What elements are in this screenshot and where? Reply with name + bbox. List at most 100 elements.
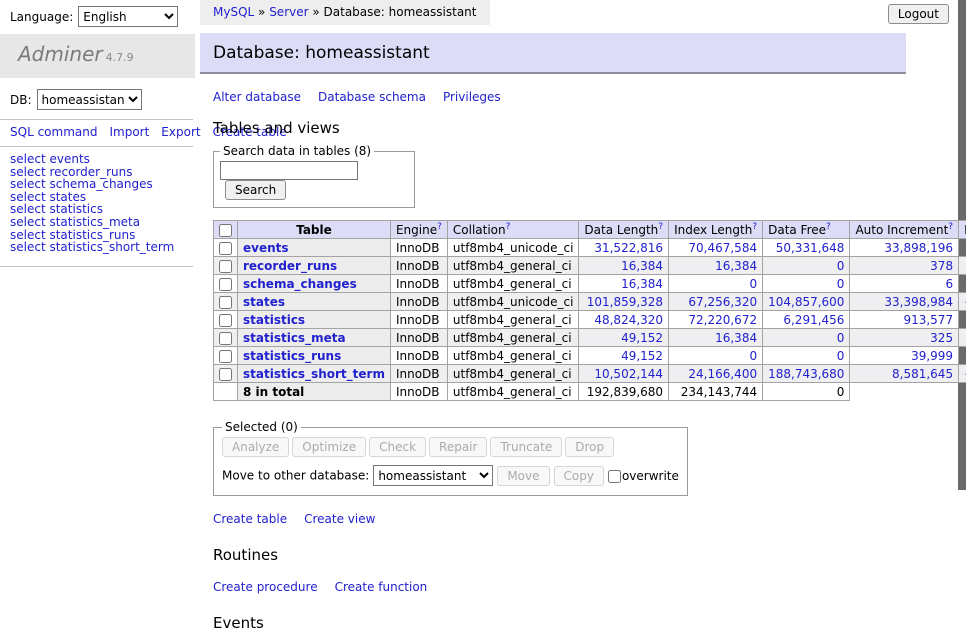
table-row: recorder_runsInnoDButf8mb4_general_ci16,… [214,257,966,275]
engine-cell: InnoDB [390,365,447,383]
rows-count-cell: ~ 628 [959,347,966,365]
events-heading: Events [213,614,906,632]
row-checkbox[interactable] [219,332,232,345]
page-title: Database: homeassistant [200,33,906,74]
sidebar-action-link[interactable]: Import [109,125,149,139]
db-select[interactable]: homeassistant [37,89,142,110]
engine-cell: InnoDB [390,239,447,257]
search-input[interactable] [220,161,358,180]
repair-button[interactable]: Repair [429,437,487,457]
collation-cell: utf8mb4_general_ci [447,329,579,347]
row-checkbox[interactable] [219,278,232,291]
search-fieldset: Search data in tables (8) Search [213,144,415,208]
routine-link[interactable]: Create function [335,580,428,594]
auto-increment-cell: 33,898,196 [850,239,959,257]
move-button[interactable]: Move [497,466,549,486]
table-name-link[interactable]: schema_changes [243,277,357,291]
row-checkbox[interactable] [219,242,232,255]
table-name-link[interactable]: states [243,295,285,309]
app-version: 4.7.9 [106,51,134,64]
data-length-cell: 101,859,328 [579,293,669,311]
sidebar-action-link[interactable]: SQL command [10,125,97,139]
select-all-checkbox[interactable] [219,224,232,237]
help-link[interactable]: ? [506,222,511,232]
index-length-cell: 24,166,400 [669,365,763,383]
row-checkbox[interactable] [219,260,232,273]
move-db-select[interactable]: homeassistant [373,465,493,486]
column-label: Data Length [584,223,658,237]
check-button[interactable]: Check [369,437,426,457]
table-name-link[interactable]: recorder_runs [243,259,337,273]
engine-cell: InnoDB [390,329,447,347]
help-link[interactable]: ? [948,222,953,232]
table-name-link[interactable]: statistics [243,313,305,327]
table-name-link[interactable]: statistics_runs [243,349,341,363]
collation-cell: utf8mb4_general_ci [447,275,579,293]
overwrite-checkbox[interactable] [608,470,621,483]
tables-list: TableEngine?Collation?Data Length?Index … [213,220,966,401]
column-header-data-free: Data Free? [763,221,850,239]
row-checkbox[interactable] [219,314,232,327]
column-label: Table [296,223,332,237]
engine-cell: InnoDB [390,275,447,293]
data-free-cell: 0 [763,257,850,275]
engine-cell: InnoDB [390,257,447,275]
auto-increment-cell: 8,581,645 [850,365,959,383]
table-row: statistics_short_termInnoDButf8mb4_gener… [214,365,966,383]
create-link[interactable]: Create view [304,512,375,526]
analyze-button[interactable]: Analyze [222,437,289,457]
help-link[interactable]: ? [658,222,663,232]
truncate-button[interactable]: Truncate [490,437,562,457]
database-nav-link[interactable]: Database schema [318,90,426,104]
rows-count-cell: ~ 3 [959,275,966,293]
row-select-cell [214,293,238,311]
sidebar-action-link[interactable]: Export [161,125,200,139]
data-length-cell: 16,384 [579,257,669,275]
row-checkbox[interactable] [219,296,232,309]
row-select-cell [214,347,238,365]
breadcrumb-link[interactable]: Server [269,5,308,19]
app-name-link[interactable]: Adminer [18,42,103,66]
move-row: Move to other database:homeassistantMove… [222,465,679,486]
table-name-link[interactable]: events [243,241,289,255]
index-length-cell: 0 [669,347,763,365]
column-header-data-length: Data Length? [579,221,669,239]
database-nav-link[interactable]: Alter database [213,90,301,104]
overwrite-label: overwrite [622,469,679,483]
data-free-cell: 0 [763,329,850,347]
search-button[interactable]: Search [225,180,286,200]
language-select[interactable]: English [78,6,178,27]
table-name-link[interactable]: statistics_meta [243,331,346,345]
row-checkbox[interactable] [219,350,232,363]
routine-link[interactable]: Create procedure [213,580,318,594]
sidebar-table-link[interactable]: select statistics_short_term [10,240,174,254]
total-engine-cell: InnoDB [390,383,447,401]
data-length-cell: 48,824,320 [579,311,669,329]
engine-cell: InnoDB [390,347,447,365]
auto-increment-cell: 39,999 [850,347,959,365]
total-collation-cell: utf8mb4_general_ci [447,383,579,401]
table-name-link[interactable]: statistics_short_term [243,367,385,381]
row-select-cell [214,239,238,257]
table-row: statistics_metaInnoDButf8mb4_general_ci4… [214,329,966,347]
column-header-collation: Collation? [447,221,579,239]
routines-heading: Routines [213,546,906,564]
sidebar-table-links: select eventsselect recorder_runsselect … [0,153,193,267]
breadcrumb-link[interactable]: MySQL [213,5,254,19]
help-link[interactable]: ? [752,222,757,232]
auto-increment-cell: 325 [850,329,959,347]
copy-button[interactable]: Copy [554,466,604,486]
help-link[interactable]: ? [437,222,442,232]
table-row: statisticsInnoDButf8mb4_general_ci48,824… [214,311,966,329]
row-checkbox[interactable] [219,368,232,381]
language-label: Language: [10,10,73,24]
drop-button[interactable]: Drop [565,437,614,457]
rows-count-cell: ~ 569,159 [959,311,966,329]
optimize-button[interactable]: Optimize [292,437,366,457]
help-link[interactable]: ? [826,222,831,232]
column-label: Collation [453,223,506,237]
help-sup: ? [826,222,831,232]
database-nav-link[interactable]: Privileges [443,90,501,104]
tables-header-row: TableEngine?Collation?Data Length?Index … [214,221,966,239]
create-link[interactable]: Create table [213,512,287,526]
